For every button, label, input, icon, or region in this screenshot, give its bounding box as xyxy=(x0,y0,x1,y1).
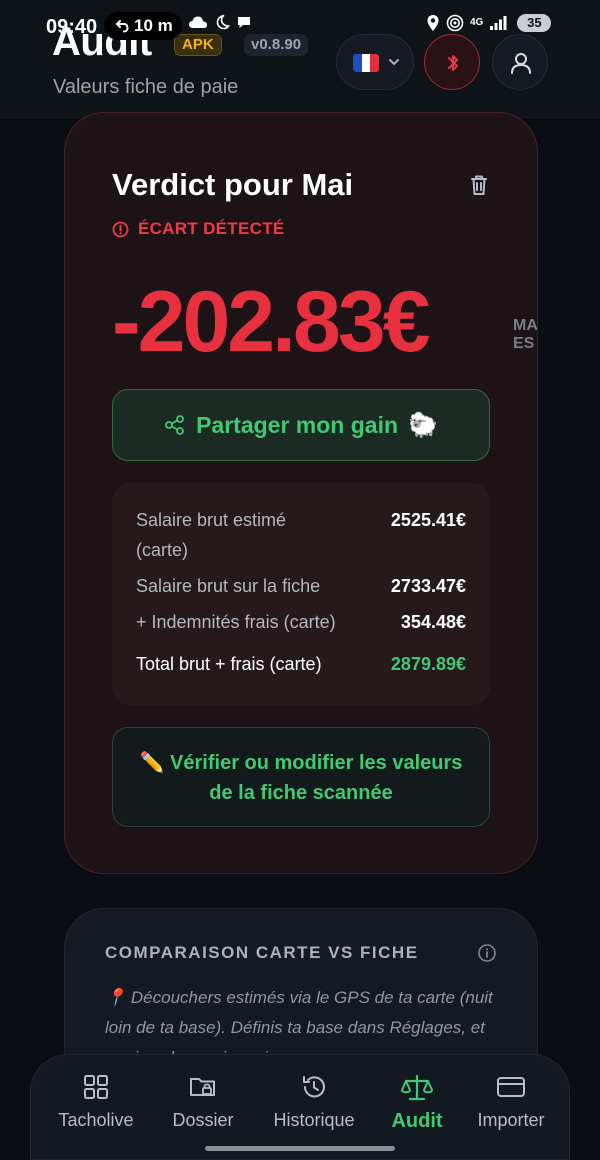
share-icon xyxy=(165,415,184,435)
card-icon xyxy=(497,1077,525,1097)
signal-icon xyxy=(490,16,507,30)
page-subtitle: Valeurs fiche de paie xyxy=(53,76,239,98)
verify-label-line1: ✏️ Vérifier ou modifier les valeurs xyxy=(139,752,463,774)
timer-pill: 10 m xyxy=(104,12,182,40)
status-left-icons xyxy=(188,14,252,30)
value-row-estimated: Salaire brut estimé (carte) 2525.41€ xyxy=(136,505,466,565)
value-allowances: 354.48€ xyxy=(400,612,466,632)
timer-text: 10 m xyxy=(134,16,173,35)
amount-caption: MA ES xyxy=(513,317,538,352)
nav-dossier[interactable]: Dossier xyxy=(148,1073,258,1131)
status-bar: 09:40 10 m 4G 35 xyxy=(0,0,600,46)
france-flag-icon xyxy=(353,54,379,72)
comparison-title: COMPARAISON CARTE VS FICHE xyxy=(105,943,419,962)
value-total: 2879.89€ xyxy=(390,654,466,674)
location-icon xyxy=(427,15,439,31)
status-label: ÉCART DÉTECTÉ xyxy=(138,219,285,238)
verify-label-line2: de la fiche scannée xyxy=(209,782,393,804)
info-icon[interactable] xyxy=(477,943,497,963)
value-row-payslip: Salaire brut sur la fiche 2733.47€ xyxy=(136,571,466,601)
chat-icon xyxy=(238,17,250,28)
value-row-total: Total brut + frais (carte) 2879.89€ xyxy=(136,649,466,679)
scale-icon xyxy=(401,1074,433,1101)
nav-importer[interactable]: Importer xyxy=(456,1073,566,1131)
bottom-navigation: Tacholive Dossier Historique Audit Impor… xyxy=(30,1054,570,1160)
status-row: ÉCART DÉTECTÉ xyxy=(112,219,285,239)
chevron-down-icon xyxy=(389,59,399,66)
home-indicator xyxy=(205,1146,395,1151)
values-summary: Salaire brut estimé (carte) 2525.41€ Sal… xyxy=(112,483,490,705)
grid-icon xyxy=(84,1075,108,1099)
folder-lock-icon xyxy=(190,1078,215,1096)
share-gain-label: Partager mon gain xyxy=(196,411,399,438)
bluetooth-icon xyxy=(448,55,458,71)
share-gain-button[interactable]: Partager mon gain 🐑 xyxy=(112,389,490,461)
nav-tacholive[interactable]: Tacholive xyxy=(41,1073,151,1131)
sheep-emoji: 🐑 xyxy=(408,411,438,439)
verify-values-button[interactable]: ✏️ Vérifier ou modifier les valeurs de l… xyxy=(112,727,490,827)
history-icon xyxy=(303,1076,325,1098)
status-right-icons: 4G 35 xyxy=(426,14,552,32)
value-estimated: 2525.41€ xyxy=(390,510,466,530)
cloud-icon xyxy=(189,16,207,28)
value-row-allowances: + Indemnités frais (carte) 354.48€ xyxy=(136,607,466,637)
undo-arrow-icon xyxy=(115,20,129,33)
trash-icon[interactable] xyxy=(465,171,493,199)
moon-icon xyxy=(216,14,230,30)
value-payslip: 2733.47€ xyxy=(390,576,466,596)
user-icon xyxy=(511,53,531,74)
verdict-amount: -202.83€ xyxy=(112,274,431,370)
verdict-card: Verdict pour Mai ÉCART DÉTECTÉ -202.83€ … xyxy=(64,112,538,874)
verdict-title: Verdict pour Mai xyxy=(112,167,354,202)
nav-historique[interactable]: Historique xyxy=(259,1073,369,1131)
alert-circle-icon xyxy=(112,221,129,237)
network-type: 4G xyxy=(470,17,484,28)
hotspot-icon xyxy=(446,14,464,32)
status-time: 09:40 xyxy=(46,16,98,38)
battery-indicator: 35 xyxy=(517,14,552,32)
